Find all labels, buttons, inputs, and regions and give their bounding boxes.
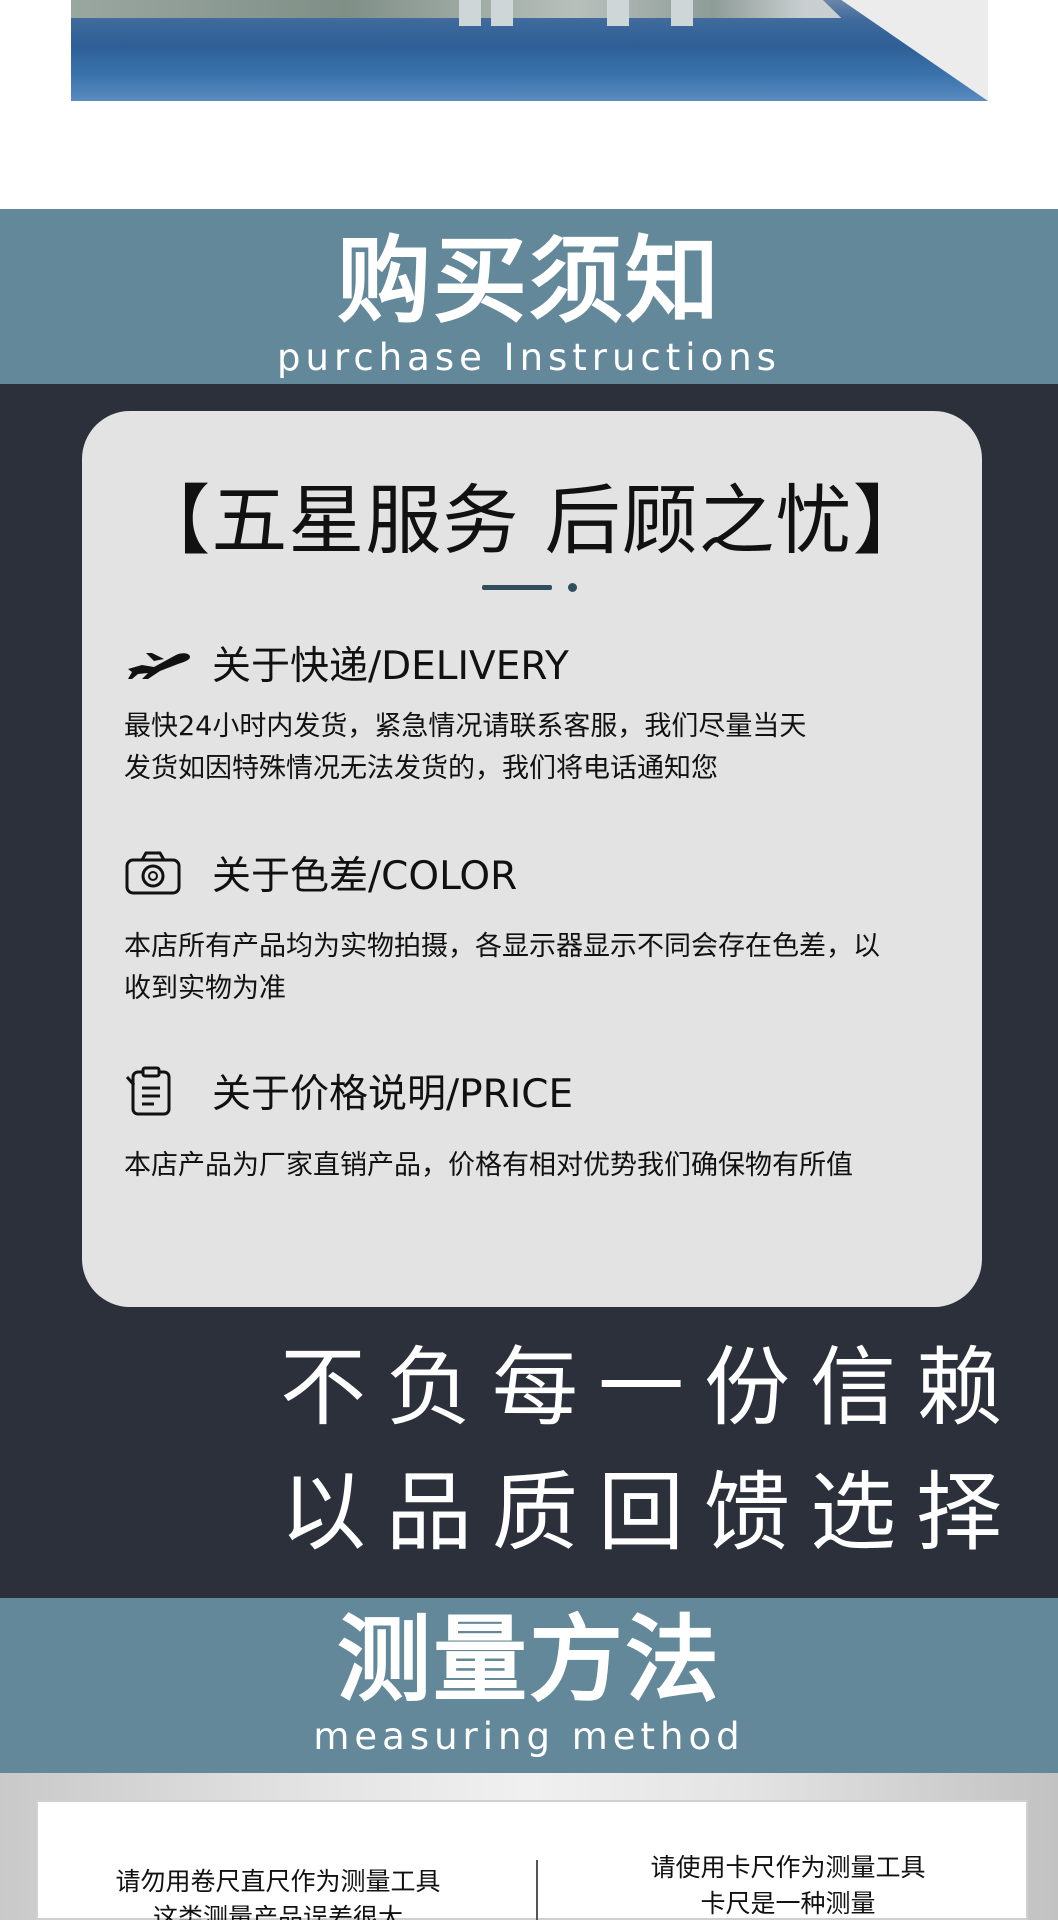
- camera-icon: [124, 848, 198, 898]
- slogan-line-1: 不负每一份信赖: [280, 1338, 1022, 1438]
- color-heading: 关于色差/COLOR: [124, 848, 518, 899]
- price-title: 关于价格说明/PRICE: [212, 1072, 574, 1117]
- purchase-title-cn: 购买须知: [336, 227, 721, 336]
- measure-left-line: 请勿用卷尺直尺作为测量工具: [115, 1867, 441, 1896]
- measure-title-cn: 测量方法: [336, 1606, 721, 1715]
- delivery-body: 最快24小时内发货，紧急情况请联系客服，我们尽量当天 发货如因特殊情况无法发货的…: [124, 706, 954, 790]
- measuring-method-header: 测量方法 measuring method: [0, 1598, 1058, 1773]
- delivery-body-line: 发货如因特殊情况无法发货的，我们将电话通知您: [124, 753, 718, 784]
- measure-separator: [536, 1860, 538, 1920]
- photo-section: [0, 0, 1058, 209]
- bridge-pier: [459, 0, 481, 26]
- bridge-pier: [607, 0, 629, 26]
- color-body: 本店所有产品均为实物拍摄，各显示器显示不同会存在色差，以 收到实物为准: [124, 926, 954, 1010]
- purchase-instructions-header: 购买须知 purchase Instructions: [0, 209, 1058, 384]
- measure-right-line: 请使用卡尺作为测量工具: [650, 1853, 926, 1882]
- bridge-pier: [671, 0, 693, 26]
- measure-left-text: 请勿用卷尺直尺作为测量工具 这类测量产品误差很大: [78, 1864, 478, 1920]
- airplane-icon: [124, 638, 198, 688]
- measure-title-en: measuring method: [313, 1715, 745, 1758]
- measure-left-line: 这类测量产品误差很大: [152, 1903, 403, 1920]
- color-title: 关于色差/COLOR: [212, 854, 518, 899]
- purchase-title-en: purchase Instructions: [277, 336, 781, 379]
- slogan-line-2: 以品质回馈选择: [280, 1463, 1022, 1563]
- bridge-pier: [491, 0, 513, 26]
- divider-line: [482, 585, 552, 590]
- clipboard-icon: [124, 1066, 198, 1116]
- measure-panel: 请勿用卷尺直尺作为测量工具 这类测量产品误差很大 请使用卡尺作为测量工具 卡尺是…: [36, 1800, 1028, 1920]
- card-title: 【五星服务 后顾之忧】: [134, 476, 930, 565]
- river-bridge-photo: [71, 0, 988, 101]
- delivery-body-line: 最快24小时内发货，紧急情况请联系客服，我们尽量当天: [124, 711, 807, 742]
- service-card: 【五星服务 后顾之忧】 关于快递/DELIVERY 最快24小时内发货，紧急情况…: [82, 411, 982, 1307]
- price-body: 本店产品为厂家直销产品，价格有相对优势我们确保物有所值: [124, 1145, 954, 1187]
- delivery-title: 关于快递/DELIVERY: [212, 644, 569, 689]
- color-body-line: 本店所有产品均为实物拍摄，各显示器显示不同会存在色差，以: [124, 931, 880, 962]
- color-body-line: 收到实物为准: [124, 973, 286, 1004]
- divider-dot: [568, 583, 577, 592]
- price-body-line: 本店产品为厂家直销产品，价格有相对优势我们确保物有所值: [124, 1150, 853, 1181]
- measure-right-line: 卡尺是一种测量: [700, 1889, 876, 1918]
- delivery-heading: 关于快递/DELIVERY: [124, 638, 569, 689]
- measure-right-text: 请使用卡尺作为测量工具 卡尺是一种测量: [578, 1850, 998, 1920]
- price-heading: 关于价格说明/PRICE: [124, 1066, 574, 1117]
